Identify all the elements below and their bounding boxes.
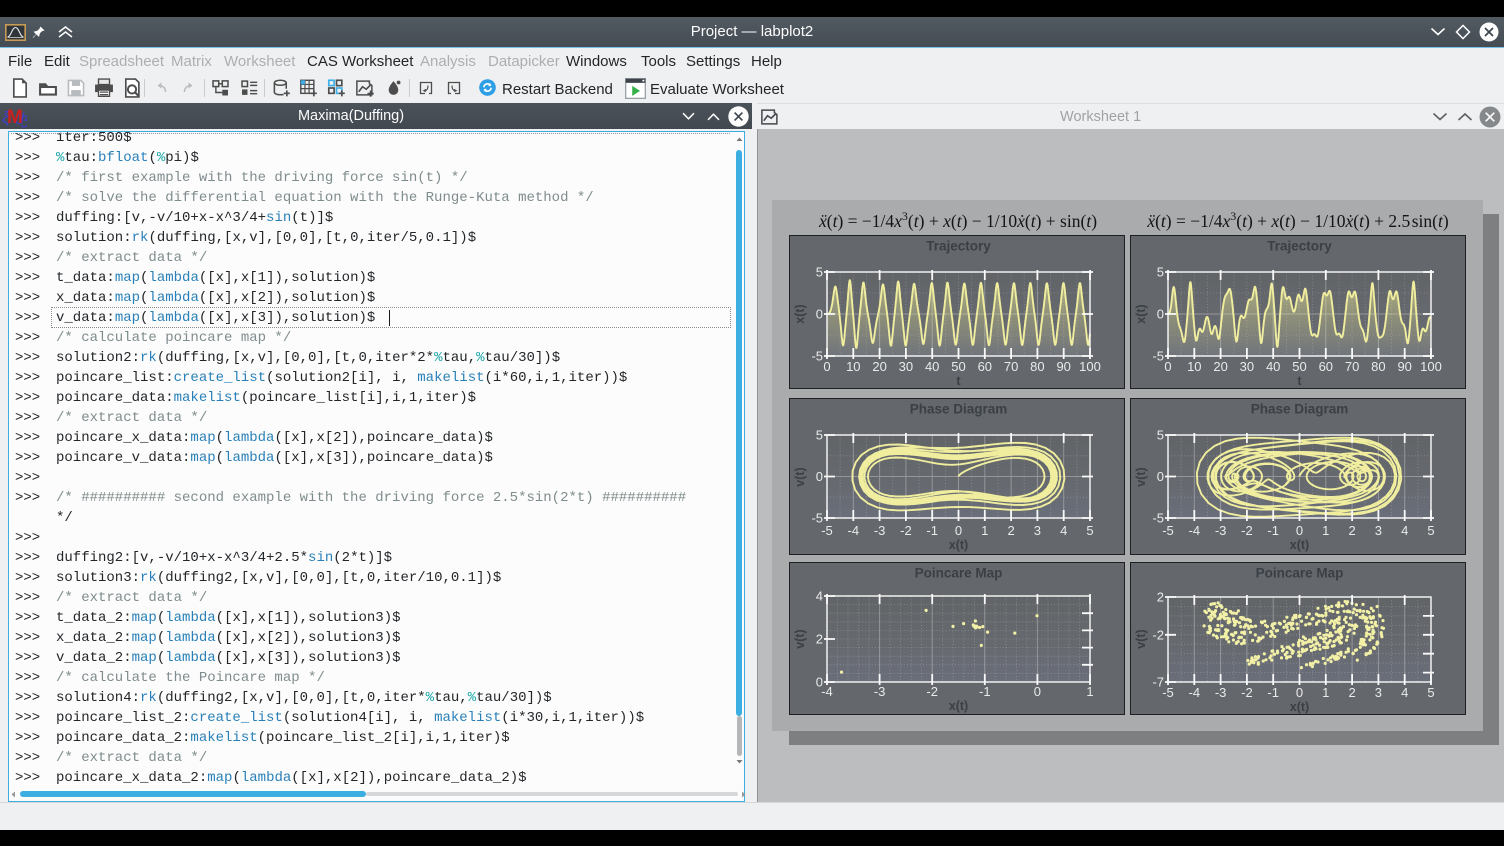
svg-text:0: 0	[1296, 523, 1303, 538]
svg-text:40: 40	[1266, 359, 1280, 374]
svg-text:Trajectory: Trajectory	[926, 239, 991, 254]
svg-text:40: 40	[925, 359, 939, 374]
svg-text:5: 5	[1086, 523, 1093, 538]
svg-text:-4: -4	[1189, 685, 1201, 700]
svg-text:2: 2	[1007, 523, 1014, 538]
svg-text:-3: -3	[874, 523, 886, 538]
svg-text:0: 0	[1157, 307, 1164, 322]
svg-text:0: 0	[816, 469, 823, 484]
svg-text:Phase Diagram: Phase Diagram	[1251, 402, 1349, 417]
svg-text:5: 5	[1157, 428, 1164, 443]
svg-text:-1: -1	[1267, 685, 1279, 700]
svg-text:0: 0	[816, 675, 823, 690]
svg-text:60: 60	[978, 359, 992, 374]
svg-text:0: 0	[955, 523, 962, 538]
svg-text:-2: -2	[900, 523, 912, 538]
svg-text:0: 0	[1296, 685, 1303, 700]
svg-text:4: 4	[1401, 523, 1408, 538]
svg-text:5: 5	[816, 428, 823, 443]
svg-text:0: 0	[1157, 469, 1164, 484]
svg-text:0: 0	[1034, 684, 1041, 699]
svg-text:x(t): x(t)	[949, 538, 968, 552]
svg-text:1: 1	[981, 523, 988, 538]
svg-text:10: 10	[1187, 359, 1201, 374]
svg-text:90: 90	[1056, 359, 1070, 374]
svg-text:v(t): v(t)	[1134, 467, 1148, 486]
svg-text:50: 50	[951, 359, 965, 374]
svg-text:60: 60	[1319, 359, 1333, 374]
svg-text:30: 30	[899, 359, 913, 374]
svg-text:3: 3	[1375, 523, 1382, 538]
svg-text:100: 100	[1079, 359, 1101, 374]
svg-text:4: 4	[816, 589, 823, 604]
svg-text:x(t): x(t)	[1134, 304, 1148, 323]
svg-text:-2: -2	[1241, 685, 1253, 700]
svg-text:-3: -3	[874, 684, 886, 699]
svg-text:-5: -5	[1152, 511, 1164, 526]
svg-text:t: t	[956, 374, 961, 388]
svg-text:-4: -4	[848, 523, 860, 538]
svg-text:5: 5	[1427, 523, 1434, 538]
svg-text:3: 3	[1375, 685, 1382, 700]
svg-text:x(t): x(t)	[949, 699, 968, 713]
svg-text:0: 0	[816, 307, 823, 322]
svg-text:0: 0	[823, 359, 830, 374]
svg-text:-2: -2	[1241, 523, 1253, 538]
svg-text:2: 2	[816, 632, 823, 647]
svg-text:80: 80	[1371, 359, 1385, 374]
svg-text:4: 4	[1060, 523, 1067, 538]
svg-text:30: 30	[1240, 359, 1254, 374]
svg-text:-5: -5	[1152, 349, 1164, 364]
svg-text:-3: -3	[1215, 523, 1227, 538]
svg-text:80: 80	[1030, 359, 1044, 374]
svg-text:Poincare Map: Poincare Map	[915, 566, 1003, 581]
svg-text:x(t): x(t)	[1290, 538, 1309, 552]
svg-text:-5: -5	[811, 349, 823, 364]
svg-text:90: 90	[1397, 359, 1411, 374]
svg-text:x(t): x(t)	[793, 304, 807, 323]
svg-text:70: 70	[1004, 359, 1018, 374]
svg-text:5: 5	[816, 265, 823, 280]
svg-text:70: 70	[1345, 359, 1359, 374]
svg-text:2: 2	[1348, 685, 1355, 700]
svg-text:-1: -1	[1267, 523, 1279, 538]
svg-text:Trajectory: Trajectory	[1267, 239, 1332, 254]
svg-text:5: 5	[1427, 685, 1434, 700]
svg-text:x(t): x(t)	[1290, 700, 1309, 714]
svg-text:3: 3	[1034, 523, 1041, 538]
svg-text:t: t	[1297, 374, 1302, 388]
svg-text:v(t): v(t)	[793, 467, 807, 486]
svg-text:Phase Diagram: Phase Diagram	[910, 402, 1008, 417]
svg-text:50: 50	[1292, 359, 1306, 374]
svg-text:v(t): v(t)	[1134, 629, 1148, 648]
svg-text:-1: -1	[926, 523, 938, 538]
svg-text:20: 20	[872, 359, 886, 374]
svg-text:-2: -2	[926, 684, 938, 699]
svg-text:5: 5	[1157, 265, 1164, 280]
svg-text:2: 2	[1348, 523, 1355, 538]
svg-text:1: 1	[1322, 685, 1329, 700]
svg-text:-7: -7	[1152, 675, 1164, 690]
svg-text:2: 2	[1157, 590, 1164, 605]
svg-text:4: 4	[1401, 685, 1408, 700]
svg-text:1: 1	[1322, 523, 1329, 538]
svg-text:-5: -5	[811, 511, 823, 526]
svg-text:-1: -1	[979, 684, 991, 699]
svg-text:100: 100	[1420, 359, 1442, 374]
svg-text:-2: -2	[1152, 627, 1164, 642]
svg-text:Poincare Map: Poincare Map	[1256, 566, 1344, 581]
svg-text:1: 1	[1086, 684, 1093, 699]
svg-text:20: 20	[1213, 359, 1227, 374]
svg-text:-3: -3	[1215, 685, 1227, 700]
svg-text:v(t): v(t)	[793, 629, 807, 648]
svg-text:0: 0	[1164, 359, 1171, 374]
svg-text:-4: -4	[1189, 523, 1201, 538]
svg-text:10: 10	[846, 359, 860, 374]
